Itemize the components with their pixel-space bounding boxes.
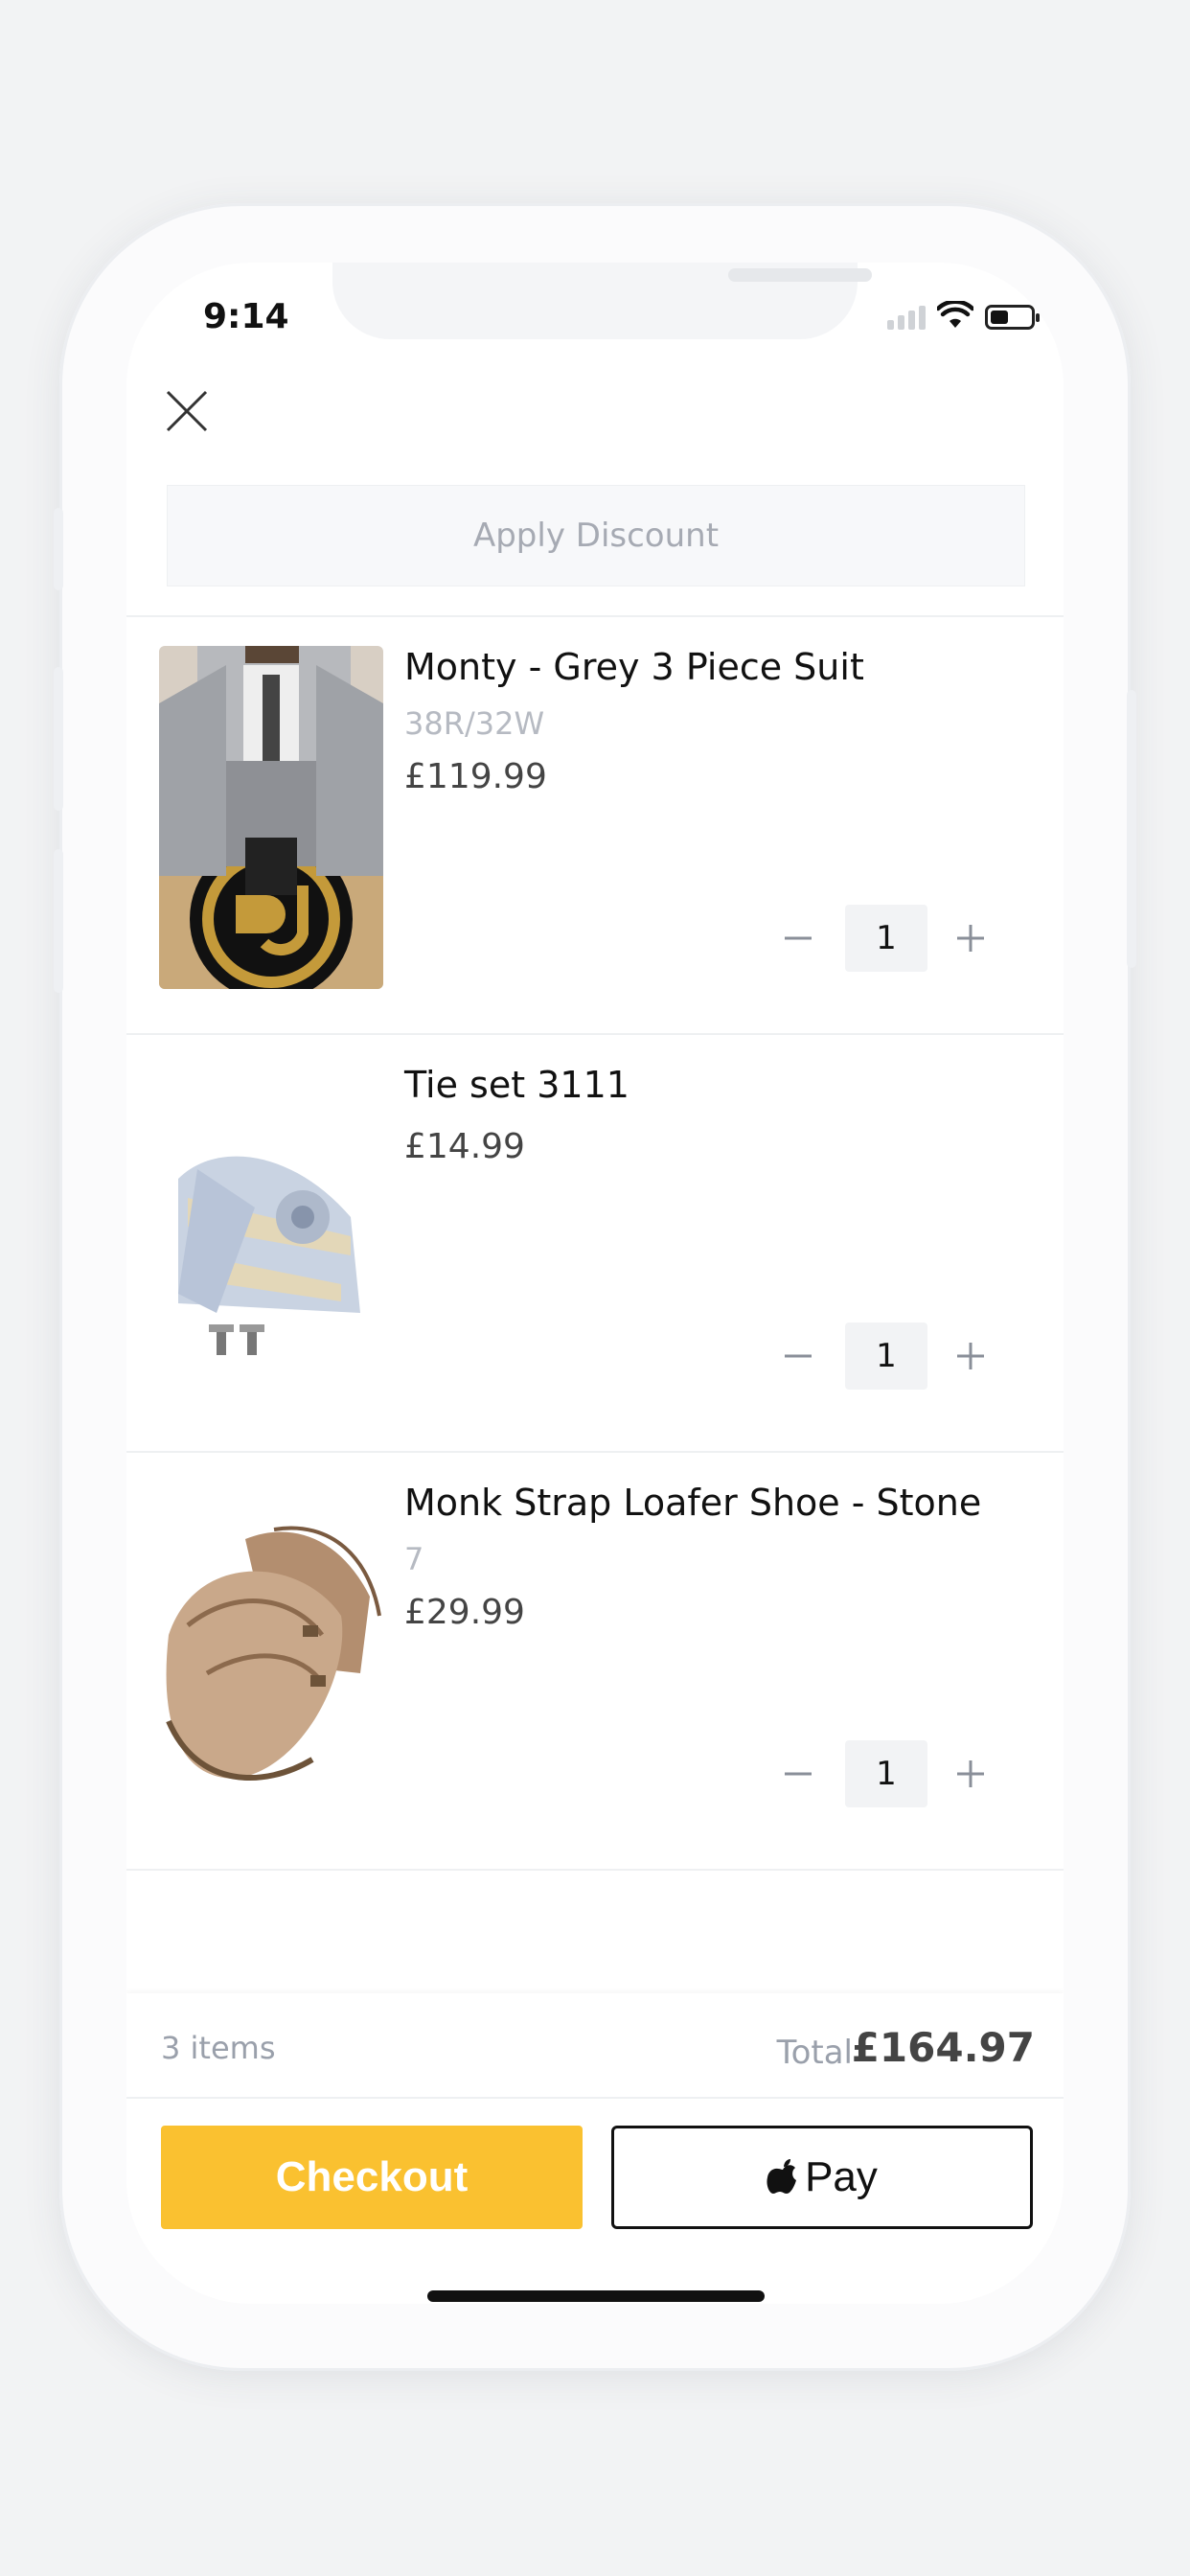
apply-discount-button[interactable]: Apply Discount bbox=[167, 485, 1025, 586]
phone-side-button-mute bbox=[54, 508, 63, 590]
phone-side-button-volume-down bbox=[54, 849, 63, 993]
divider bbox=[126, 2097, 1064, 2099]
quantity-value[interactable]: 1 bbox=[845, 905, 927, 972]
wifi-icon bbox=[937, 301, 973, 328]
quantity-stepper: 1 bbox=[774, 1740, 1064, 1807]
product-variant: 38R/32W bbox=[404, 705, 545, 742]
cart-item: Monty - Grey 3 Piece Suit 38R/32W £119.9… bbox=[126, 617, 1064, 1035]
product-image-suit bbox=[159, 646, 383, 989]
cart-footer: 3 items Total £164.97 Checkout Pay bbox=[126, 1993, 1064, 2304]
checkout-label: Checkout bbox=[275, 2153, 469, 2200]
signal-icon bbox=[887, 306, 926, 330]
notch bbox=[332, 263, 872, 339]
status-time: 9:14 bbox=[203, 297, 289, 336]
product-title[interactable]: Monk Strap Loafer Shoe - Stone bbox=[404, 1482, 981, 1524]
apple-pay-label: Pay bbox=[805, 2153, 878, 2200]
product-image-loafer bbox=[159, 1482, 383, 1825]
product-price: £29.99 bbox=[404, 1593, 525, 1632]
home-indicator[interactable] bbox=[427, 2290, 765, 2302]
product-title[interactable]: Monty - Grey 3 Piece Suit bbox=[404, 646, 864, 688]
phone-side-button-volume-up bbox=[54, 667, 63, 811]
quantity-value[interactable]: 1 bbox=[845, 1740, 927, 1807]
quantity-value[interactable]: 1 bbox=[845, 1322, 927, 1390]
phone-side-button-power bbox=[1127, 690, 1136, 968]
total-label: Total bbox=[776, 2034, 853, 2072]
minus-icon[interactable] bbox=[774, 914, 822, 962]
checkout-button[interactable]: Checkout bbox=[161, 2126, 583, 2229]
quantity-stepper: 1 bbox=[774, 905, 1064, 972]
items-count: 3 items bbox=[161, 2030, 276, 2066]
apple-logo-icon bbox=[767, 2159, 797, 2194]
divider bbox=[126, 1869, 1064, 1871]
plus-icon[interactable] bbox=[947, 914, 995, 962]
status-icons bbox=[887, 301, 1040, 330]
cart-item: Monk Strap Loafer Shoe - Stone 7 £29.99 … bbox=[126, 1453, 1064, 1871]
product-title[interactable]: Tie set 3111 bbox=[404, 1064, 629, 1106]
close-icon[interactable] bbox=[163, 387, 211, 435]
product-price: £119.99 bbox=[404, 757, 547, 796]
minus-icon[interactable] bbox=[774, 1332, 822, 1380]
plus-icon[interactable] bbox=[947, 1750, 995, 1798]
minus-icon[interactable] bbox=[774, 1750, 822, 1798]
cart-item: Tie set 3111 £14.99 1 bbox=[126, 1035, 1064, 1453]
battery-icon bbox=[985, 305, 1040, 330]
app-screen: 9:14 Apply Discount Monty - Grey 3 Piece… bbox=[126, 263, 1064, 2304]
product-image-tie-set bbox=[159, 1064, 383, 1407]
total-value: £164.97 bbox=[851, 2024, 1035, 2071]
apply-discount-label: Apply Discount bbox=[472, 517, 720, 555]
speaker bbox=[728, 268, 872, 282]
product-price: £14.99 bbox=[404, 1127, 525, 1166]
apple-pay-button[interactable]: Pay bbox=[611, 2126, 1033, 2229]
plus-icon[interactable] bbox=[947, 1332, 995, 1380]
quantity-stepper: 1 bbox=[774, 1322, 1064, 1390]
product-variant: 7 bbox=[404, 1541, 424, 1577]
